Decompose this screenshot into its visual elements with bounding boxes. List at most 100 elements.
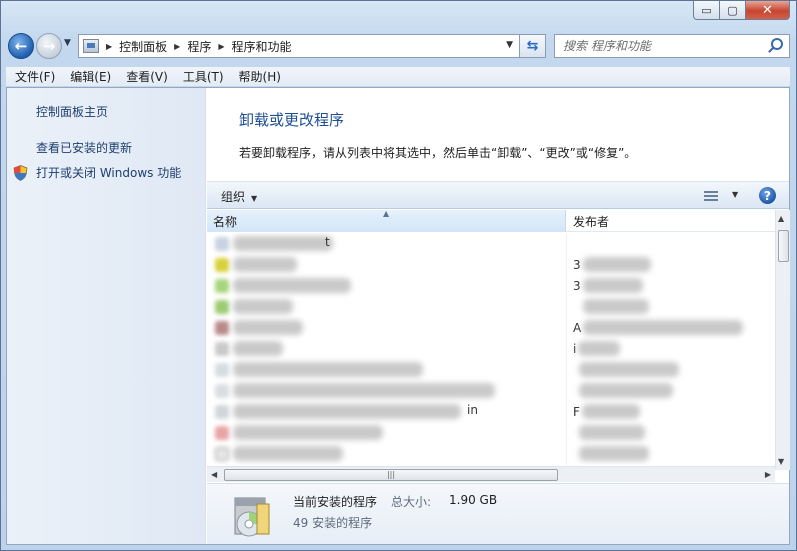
help-icon[interactable]: ? <box>759 187 776 204</box>
close-button[interactable]: ✕ <box>746 1 790 20</box>
scroll-down-icon[interactable]: ▼ <box>778 457 784 466</box>
view-icon[interactable] <box>704 191 718 201</box>
page-title: 卸载或更改程序 <box>239 111 345 129</box>
search-input[interactable] <box>563 36 769 56</box>
installed-programs-count: 49 安装的程序 <box>293 516 373 530</box>
menu-tools[interactable]: 工具(T) <box>183 68 224 85</box>
view-dropdown-icon[interactable]: ▼ <box>732 190 738 199</box>
breadcrumb-separator-icon[interactable]: ▶ <box>174 42 180 51</box>
windows-features-link[interactable]: 打开或关闭 Windows 功能 <box>36 164 181 181</box>
redacted-publisher <box>579 383 673 398</box>
redacted-name <box>233 446 343 461</box>
menu-file[interactable]: 文件(F) <box>15 68 55 85</box>
table-row[interactable]: t <box>207 233 775 254</box>
scroll-right-icon[interactable]: ▶ <box>765 470 771 479</box>
table-row[interactable]: 3 <box>207 254 775 275</box>
program-icon <box>215 383 229 398</box>
table-row[interactable]: in F <box>207 401 775 422</box>
chevron-down-icon: ▼ <box>251 194 258 203</box>
scroll-up-icon[interactable]: ▲ <box>778 214 784 223</box>
organize-label: 组织 <box>221 190 246 204</box>
table-row[interactable] <box>207 380 775 401</box>
refresh-button[interactable]: ⇆ <box>520 34 546 58</box>
menu-bar: 文件(F) 编辑(E) 查看(V) 工具(T) 帮助(H) <box>6 66 790 86</box>
minimize-button[interactable]: ▭ <box>693 1 720 20</box>
program-icon <box>215 278 229 293</box>
table-row[interactable] <box>207 296 775 317</box>
address-bar[interactable]: ▶ 控制面板 ▶ 程序 ▶ 程序和功能 ▼ <box>78 34 520 58</box>
window-controls: ▭ ▢ ✕ <box>693 1 790 20</box>
details-pane: 当前安装的程序 总大小: 1.90 GB 49 安装的程序 <box>207 483 789 544</box>
publisher-fragment: A <box>573 320 582 335</box>
horizontal-scroll-thumb[interactable]: ||| <box>224 469 558 481</box>
column-publisher[interactable]: 发布者 <box>567 210 775 232</box>
organize-button[interactable]: 组织 ▼ <box>221 188 257 205</box>
program-icon <box>215 320 229 335</box>
table-row[interactable] <box>207 422 775 443</box>
program-icon <box>215 299 229 314</box>
total-size-label: 总大小: <box>391 495 432 509</box>
close-icon: ✕ <box>762 2 773 18</box>
column-name[interactable]: 名称 ▲ <box>207 209 566 232</box>
program-icon <box>215 236 229 251</box>
vertical-scroll-thumb[interactable] <box>778 230 789 262</box>
history-dropdown-button[interactable]: ▼ <box>64 38 71 48</box>
control-panel-home-link[interactable]: 控制面板主页 <box>36 103 108 120</box>
program-list[interactable]: t 3 3 A i in F <box>207 233 775 465</box>
minimize-icon: ▭ <box>701 3 712 17</box>
back-icon: ← <box>14 37 28 55</box>
menu-view[interactable]: 查看(V) <box>126 68 168 85</box>
vertical-scrollbar[interactable]: ▲ ▼ <box>775 210 790 470</box>
shield-icon <box>13 165 28 181</box>
redacted-name <box>233 425 383 440</box>
back-button[interactable]: ← <box>8 33 34 59</box>
breadcrumb-control-panel[interactable]: 控制面板 <box>119 38 167 55</box>
control-panel-folder-icon <box>83 39 99 53</box>
horizontal-scrollbar[interactable]: ◀ ||| ▶ <box>207 466 775 482</box>
maximize-icon: ▢ <box>727 3 738 17</box>
table-row[interactable]: A <box>207 317 775 338</box>
redacted-name <box>233 383 495 398</box>
search-box[interactable] <box>554 34 790 58</box>
breadcrumb-separator-icon[interactable]: ▶ <box>106 42 112 51</box>
menu-help[interactable]: 帮助(H) <box>239 68 281 85</box>
redacted-publisher <box>581 404 640 419</box>
redacted-name <box>233 299 293 314</box>
column-name-label: 名称 <box>213 214 238 229</box>
forward-button[interactable]: → <box>36 33 62 59</box>
redacted-name <box>233 404 461 419</box>
maximize-button[interactable]: ▢ <box>720 1 746 20</box>
redacted-publisher <box>582 257 651 272</box>
forward-icon: → <box>42 37 56 55</box>
search-icon[interactable] <box>771 38 783 50</box>
menu-edit[interactable]: 编辑(E) <box>70 68 111 85</box>
program-icon <box>215 362 229 377</box>
task-pane: 控制面板主页 查看已安装的更新 打开或关闭 Windows 功能 <box>7 88 206 544</box>
program-icon <box>215 446 229 461</box>
scroll-left-icon[interactable]: ◀ <box>211 470 217 479</box>
view-installed-updates-link[interactable]: 查看已安装的更新 <box>36 139 132 156</box>
publisher-fragment: F <box>573 404 580 419</box>
table-row[interactable] <box>207 359 775 380</box>
table-row[interactable] <box>207 443 775 464</box>
table-row[interactable]: i <box>207 338 775 359</box>
redacted-name <box>233 257 297 272</box>
publisher-fragment: 3 <box>573 257 581 272</box>
breadcrumb-programs-and-features[interactable]: 程序和功能 <box>232 38 292 55</box>
program-package-icon <box>234 497 270 537</box>
sort-ascending-icon: ▲ <box>383 209 390 218</box>
navigation-bar: ← → ▼ ▶ 控制面板 ▶ 程序 ▶ 程序和功能 ▼ ⇆ <box>6 32 790 60</box>
column-publisher-label: 发布者 <box>573 214 610 229</box>
breadcrumb-programs[interactable]: 程序 <box>187 38 211 55</box>
address-dropdown-icon[interactable]: ▼ <box>506 40 513 50</box>
redacted-name <box>233 362 423 377</box>
breadcrumb-separator-icon[interactable]: ▶ <box>218 42 224 51</box>
program-icon <box>215 425 229 440</box>
redacted-publisher <box>583 299 649 314</box>
command-bar: 组织 ▼ ▼ ? <box>207 181 789 209</box>
page-description: 若要卸载程序，请从列表中将其选中，然后单击“卸载”、“更改”或“修复”。 <box>239 146 637 160</box>
table-row[interactable]: 3 <box>207 275 775 296</box>
redacted-publisher <box>579 362 679 377</box>
redacted-publisher <box>579 425 645 440</box>
program-icon <box>215 341 229 356</box>
